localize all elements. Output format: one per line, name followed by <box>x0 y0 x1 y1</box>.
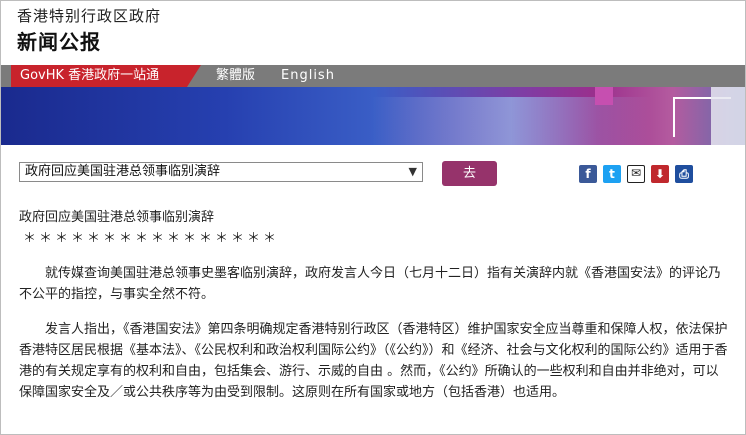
header-banner <box>1 87 745 145</box>
article-paragraph: 发言人指出，《香港国安法》第四条明确规定香港特别行政区（香港特区）维护国家安全应… <box>19 322 728 400</box>
facebook-icon[interactable]: f <box>579 165 597 183</box>
title-separator-stars: ＊＊＊＊＊＊＊＊＊＊＊＊＊＊＊＊ <box>23 231 280 246</box>
traditional-chinese-link[interactable]: 繁體版 <box>216 65 255 87</box>
govhk-home-link[interactable]: GovHK 香港政府一站通 <box>11 65 187 87</box>
article-paragraph: 就传媒查询美国驻港总领事史墨客临别演辞，政府发言人今日（七月十二日）指有关演辞内… <box>19 266 722 302</box>
english-link[interactable]: English <box>281 65 335 87</box>
article-select-value: 政府回应美国驻港总领事临别演辞 <box>25 164 221 179</box>
article-select-dropdown[interactable]: 政府回应美国驻港总领事临别演辞 ▼ <box>19 162 423 182</box>
chevron-down-icon: ▼ <box>408 165 417 178</box>
email-icon[interactable]: ✉ <box>627 165 645 183</box>
page-frame: 香港特别行政区政府 新闻公报 GovHK 香港政府一站通 繁體版 English… <box>0 0 746 435</box>
print-icon[interactable]: ⎙ <box>675 165 693 183</box>
article-title: 政府回应美国驻港总领事临别演辞 <box>19 210 215 225</box>
home-tab-tip <box>187 65 201 87</box>
download-icon[interactable]: ⬇ <box>651 165 669 183</box>
go-button[interactable]: 去 <box>442 161 497 186</box>
banner-square-light <box>711 87 745 145</box>
banner-square-pink <box>595 87 613 105</box>
twitter-icon[interactable]: t <box>603 165 621 183</box>
page-title: 新闻公报 <box>17 30 101 54</box>
government-name: 香港特别行政区政府 <box>17 7 162 25</box>
top-nav-bar: GovHK 香港政府一站通 繁體版 English <box>1 65 745 87</box>
